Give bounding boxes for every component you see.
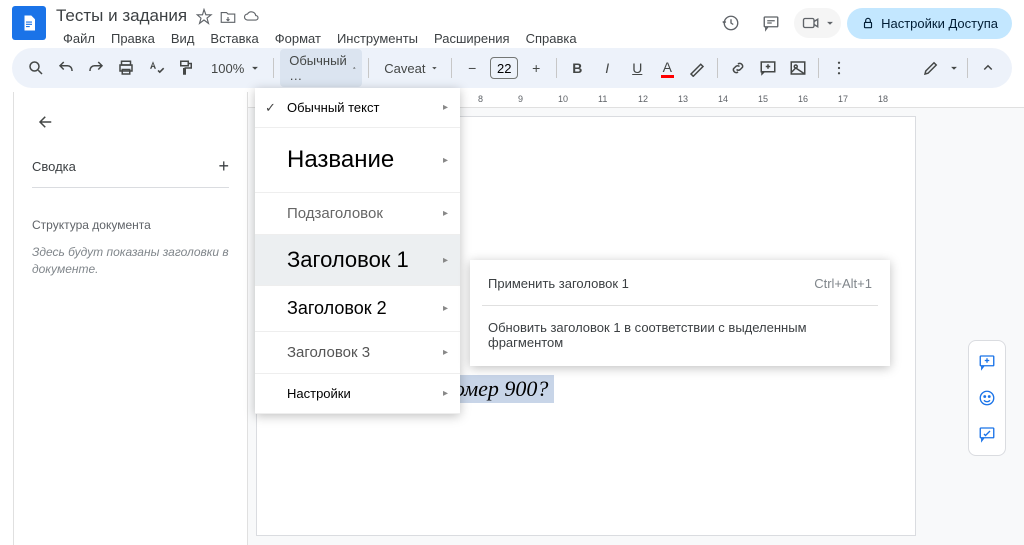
submenu-update[interactable]: Обновить заголовок 1 в соответствии с вы… <box>470 308 890 362</box>
heading-submenu: Применить заголовок 1Ctrl+Alt+1 Обновить… <box>470 260 890 366</box>
submenu-apply[interactable]: Применить заголовок 1Ctrl+Alt+1 <box>470 264 890 303</box>
toolbar: 100% Обычный … Caveat − + B I U A <box>12 48 1012 88</box>
font-size-minus[interactable]: − <box>458 54 486 82</box>
side-suggest-icon[interactable] <box>972 419 1002 449</box>
menu-help[interactable]: Справка <box>519 29 584 48</box>
styles-dropdown: ✓Обычный текст▸ Название▸ Подзаголовок▸ … <box>255 88 460 414</box>
style-h1[interactable]: Заголовок 1▸ <box>255 235 460 286</box>
styles-combo[interactable]: Обычный … <box>280 49 362 87</box>
redo-icon[interactable] <box>82 54 110 82</box>
outline-empty-msg: Здесь будут показаны заголовки в докумен… <box>32 244 229 278</box>
side-buttons <box>968 340 1006 456</box>
move-icon[interactable] <box>219 8 235 24</box>
vertical-ruler <box>0 92 14 545</box>
more-icon[interactable] <box>825 54 853 82</box>
paint-format-icon[interactable] <box>172 54 200 82</box>
menu-edit[interactable]: Правка <box>104 29 162 48</box>
link-icon[interactable] <box>724 54 752 82</box>
star-icon[interactable] <box>195 8 211 24</box>
back-icon[interactable] <box>32 108 60 136</box>
style-h3[interactable]: Заголовок 3▸ <box>255 332 460 374</box>
menu-insert[interactable]: Вставка <box>203 29 265 48</box>
menu-extensions[interactable]: Расширения <box>427 29 517 48</box>
chevron-down-icon[interactable] <box>947 61 961 75</box>
history-icon[interactable] <box>714 6 748 40</box>
collapse-toolbar-icon[interactable] <box>974 54 1002 82</box>
edit-mode-icon[interactable] <box>917 54 945 82</box>
menu-format[interactable]: Формат <box>268 29 328 48</box>
docs-logo[interactable] <box>12 6 46 40</box>
spellcheck-icon[interactable] <box>142 54 170 82</box>
outline-structure-label: Структура документа <box>32 218 229 232</box>
add-comment-icon[interactable] <box>754 54 782 82</box>
underline-icon[interactable]: U <box>623 54 651 82</box>
bold-icon[interactable]: B <box>563 54 591 82</box>
font-size-input[interactable] <box>490 57 518 79</box>
comments-icon[interactable] <box>754 6 788 40</box>
style-normal[interactable]: ✓Обычный текст▸ <box>255 88 460 128</box>
search-icon[interactable] <box>22 54 50 82</box>
menu-file[interactable]: Файл <box>56 29 102 48</box>
highlight-icon[interactable] <box>683 54 711 82</box>
outline-panel: Сводка + Структура документа Здесь будут… <box>14 92 248 545</box>
style-options[interactable]: Настройки▸ <box>255 374 460 414</box>
add-summary-icon[interactable]: + <box>218 156 229 177</box>
doc-title[interactable]: Тесты и задания <box>56 6 187 26</box>
outline-summary: Сводка <box>32 159 76 174</box>
menu-view[interactable]: Вид <box>164 29 202 48</box>
meet-button[interactable] <box>794 8 841 38</box>
menu-tools[interactable]: Инструменты <box>330 29 425 48</box>
style-subtitle[interactable]: Подзаголовок▸ <box>255 193 460 235</box>
cloud-icon[interactable] <box>243 8 259 24</box>
share-label: Настройки Доступа <box>881 16 998 31</box>
image-icon[interactable] <box>784 54 812 82</box>
font-size-plus[interactable]: + <box>522 54 550 82</box>
print-icon[interactable] <box>112 54 140 82</box>
text-color-icon[interactable]: A <box>653 54 681 82</box>
undo-icon[interactable] <box>52 54 80 82</box>
menu-bar: Файл Правка Вид Вставка Формат Инструмен… <box>56 29 714 48</box>
side-emoji-icon[interactable] <box>972 383 1002 413</box>
share-button[interactable]: Настройки Доступа <box>847 8 1012 39</box>
italic-icon[interactable]: I <box>593 54 621 82</box>
zoom-combo[interactable]: 100% <box>202 57 267 80</box>
style-h2[interactable]: Заголовок 2▸ <box>255 286 460 332</box>
font-combo[interactable]: Caveat <box>375 57 445 80</box>
side-comment-icon[interactable] <box>972 347 1002 377</box>
style-title[interactable]: Название▸ <box>255 128 460 193</box>
